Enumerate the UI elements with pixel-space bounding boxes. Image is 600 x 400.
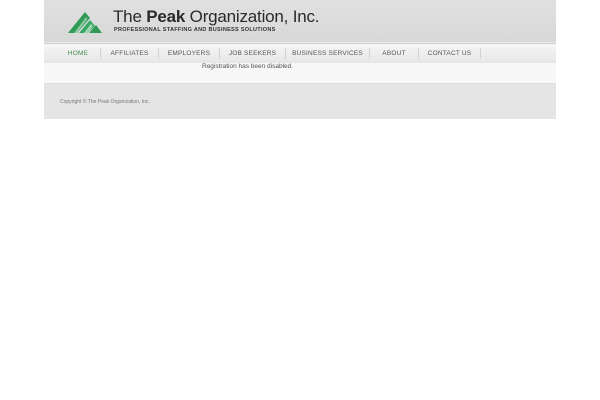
nav-item-home[interactable]: HOME — [56, 44, 100, 63]
registration-disabled-message: Registration has been disabled. — [202, 63, 294, 70]
peak-mountain-logo-icon — [68, 12, 102, 33]
copyright-text: Copyright © The Peak Organization, Inc. — [60, 99, 150, 105]
nav-item-about[interactable]: ABOUT — [370, 44, 418, 63]
site-footer: Copyright © The Peak Organization, Inc. — [44, 84, 556, 119]
logo-name-bold: Peak — [146, 7, 186, 26]
nav-separator — [480, 48, 481, 59]
site-header: The Peak Organization, Inc. PROFESSIONAL… — [44, 0, 556, 42]
logo-name-suffix: Organization, Inc. — [189, 7, 320, 26]
nav-item-contact-us[interactable]: CONTACT US — [419, 44, 480, 63]
site-logo-name: The Peak Organization, Inc. — [113, 7, 320, 27]
main-navigation: HOME AFFILIATES EMPLOYERS JOB SEEKERS BU… — [44, 43, 556, 64]
nav-item-job-seekers[interactable]: JOB SEEKERS — [220, 44, 285, 63]
site-tagline: PROFESSIONAL STAFFING AND BUSINESS SOLUT… — [114, 27, 276, 33]
main-content: Registration has been disabled. — [44, 63, 556, 84]
nav-item-business-services[interactable]: BUSINESS SERVICES — [286, 44, 369, 63]
nav-item-affiliates[interactable]: AFFILIATES — [101, 44, 158, 63]
logo-name-prefix: The — [113, 7, 142, 26]
nav-item-employers[interactable]: EMPLOYERS — [159, 44, 219, 63]
page-container: The Peak Organization, Inc. PROFESSIONAL… — [44, 0, 556, 119]
